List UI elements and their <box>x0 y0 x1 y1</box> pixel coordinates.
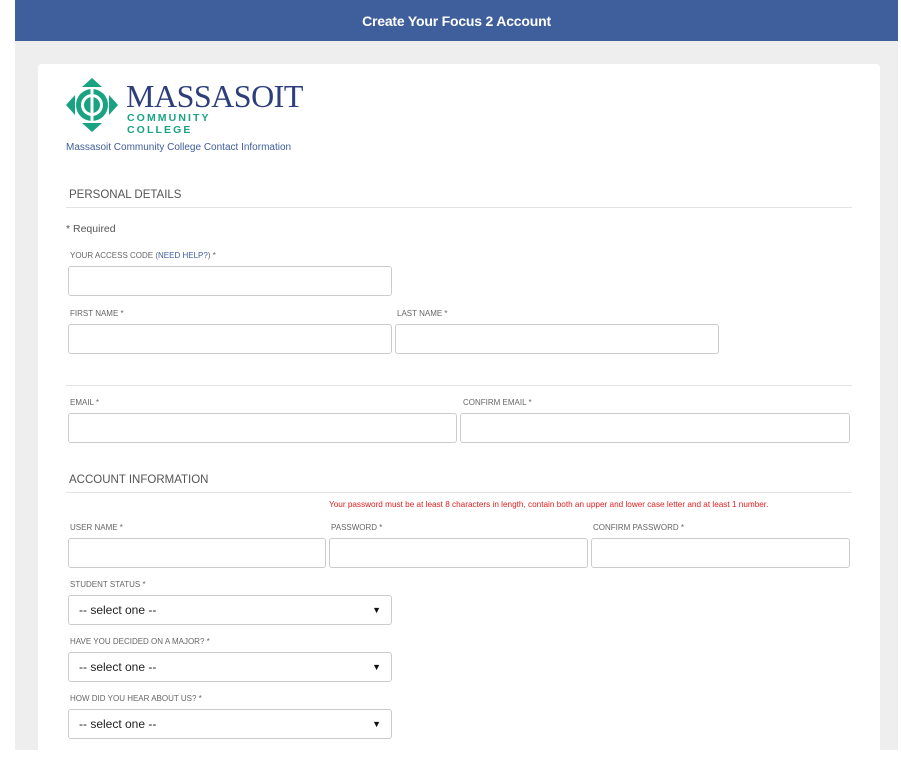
header-bar: Create Your Focus 2 Account <box>15 0 898 41</box>
hear-about-us-label: HOW DID YOU HEAR ABOUT US? * <box>70 694 202 703</box>
personal-details-heading: PERSONAL DETAILS <box>69 189 182 201</box>
form-card: MASSASOIT COMMUNITY COLLEGE Massasoit Co… <box>38 64 880 764</box>
first-name-input[interactable] <box>68 324 392 354</box>
logo-emblem-icon <box>66 78 118 132</box>
student-status-value: -- select one -- <box>79 603 157 617</box>
student-status-select[interactable]: -- select one -- ▼ <box>68 595 392 625</box>
hear-about-us-value: -- select one -- <box>79 717 157 731</box>
major-select[interactable]: -- select one -- ▼ <box>68 652 392 682</box>
last-name-input[interactable] <box>395 324 719 354</box>
confirm-email-input[interactable] <box>460 413 850 443</box>
username-input[interactable] <box>68 538 326 568</box>
email-label: EMAIL * <box>70 398 100 407</box>
password-input[interactable] <box>329 538 588 568</box>
section-divider <box>66 492 852 493</box>
confirm-email-label: CONFIRM EMAIL * <box>463 398 532 407</box>
required-note: * Required <box>66 223 116 235</box>
need-help-link[interactable]: NEED HELP? <box>158 251 208 260</box>
logo-wordmark: MASSASOIT <box>126 78 303 114</box>
access-code-input[interactable] <box>68 266 392 296</box>
access-code-label: YOUR ACCESS CODE (NEED HELP?) * <box>70 251 216 260</box>
confirm-password-label: CONFIRM PASSWORD * <box>593 523 684 532</box>
contact-information-link[interactable]: Massasoit Community College Contact Info… <box>66 142 291 153</box>
last-name-label: LAST NAME * <box>397 309 448 318</box>
dropdown-caret-icon: ▼ <box>372 605 381 615</box>
password-requirements-note: Your password must be at least 8 charact… <box>329 500 769 509</box>
section-divider <box>66 207 852 208</box>
dropdown-caret-icon: ▼ <box>372 719 381 729</box>
student-status-label: STUDENT STATUS * <box>70 580 146 589</box>
section-divider <box>66 385 852 386</box>
major-value: -- select one -- <box>79 660 157 674</box>
major-label: HAVE YOU DECIDED ON A MAJOR? * <box>70 637 210 646</box>
password-label: PASSWORD * <box>331 523 383 532</box>
logo-subtitle: COMMUNITY COLLEGE <box>127 112 211 136</box>
account-information-heading: ACCOUNT INFORMATION <box>69 474 209 486</box>
page-title: Create Your Focus 2 Account <box>362 12 551 29</box>
hear-about-us-select[interactable]: -- select one -- ▼ <box>68 709 392 739</box>
college-logo: MASSASOIT COMMUNITY COLLEGE <box>66 78 303 136</box>
confirm-password-input[interactable] <box>591 538 850 568</box>
username-label: USER NAME * <box>70 523 123 532</box>
email-input[interactable] <box>68 413 457 443</box>
dropdown-caret-icon: ▼ <box>372 662 381 672</box>
first-name-label: FIRST NAME * <box>70 309 124 318</box>
